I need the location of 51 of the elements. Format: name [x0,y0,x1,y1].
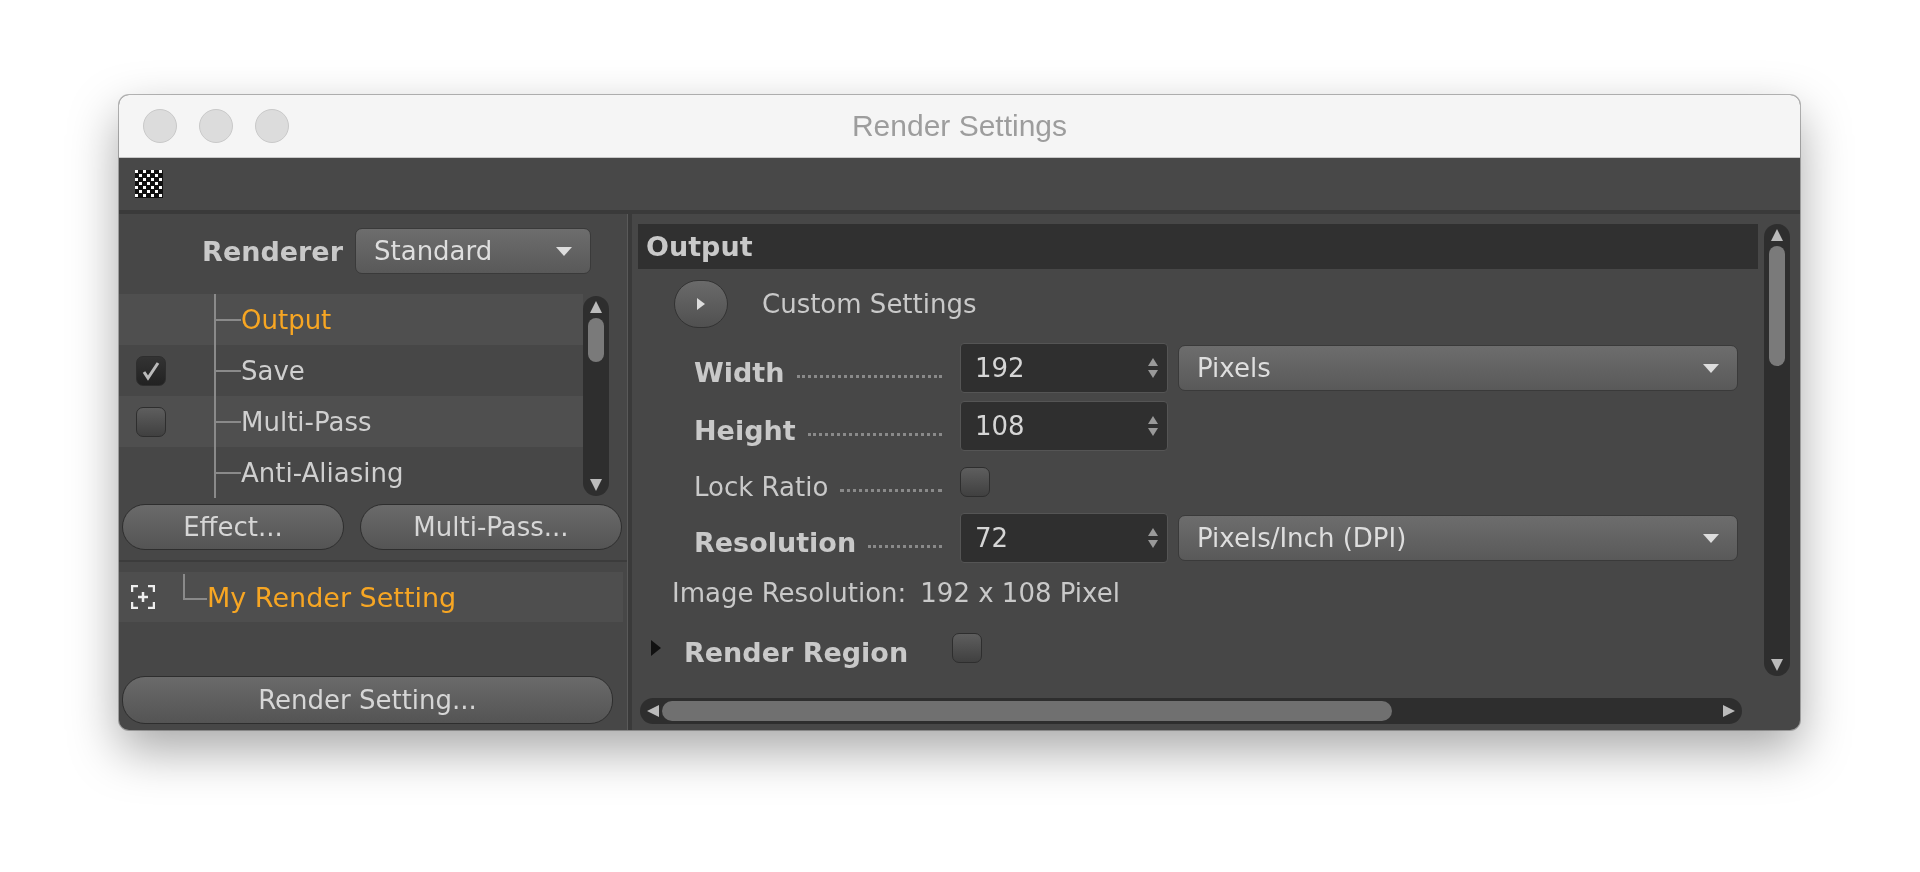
stepper-icon[interactable] [1147,415,1159,437]
caret-icon [1703,363,1719,373]
render-region-label: Render Region [684,637,909,668]
stepper-icon[interactable] [1147,527,1159,549]
checkbox[interactable] [136,355,166,386]
tree-connector-line [183,574,207,600]
number-field[interactable]: 72 [960,513,1168,563]
dialog-button[interactable]: Multi-Pass... [360,504,622,550]
renderer-dropdown[interactable]: Standard [355,228,591,274]
tree-item[interactable]: Anti-Aliasing [241,457,404,488]
down-arrow-icon[interactable] [1770,658,1784,672]
play-icon [696,298,706,310]
checkbox[interactable] [136,406,166,437]
vertical-scrollbar[interactable] [1764,224,1790,676]
left-arrow-icon[interactable] [646,704,660,718]
checkbox[interactable] [952,633,982,663]
section-title: Output [646,231,753,262]
field-label: Width [694,357,785,388]
window-title: Render Settings [850,109,1069,143]
field-label: Height [694,415,796,446]
stepper-icon[interactable] [1147,357,1159,379]
checker-grid-icon[interactable] [135,170,163,198]
tree-item[interactable]: Multi-Pass [241,406,372,437]
scrollbar-thumb[interactable] [662,701,1392,721]
vertical-scrollbar[interactable] [583,296,609,496]
tree-item[interactable]: Save [241,355,305,386]
image-resolution-value: 192 x 108 Pixel [920,578,1120,608]
unit-dropdown[interactable]: Pixels/Inch (DPI) [1178,515,1738,561]
horizontal-scrollbar[interactable] [640,698,1742,724]
dialog-button[interactable]: Effect... [122,504,344,550]
number-field[interactable]: 192 [960,343,1168,393]
scrollbar-thumb[interactable] [1769,246,1785,366]
checkbox[interactable] [960,467,990,497]
up-arrow-icon[interactable] [589,300,603,314]
caret-icon [556,246,572,256]
number-field[interactable]: 108 [960,401,1168,451]
caret-icon [1703,533,1719,543]
field-label: Lock Ratio [694,472,829,502]
right-arrow-icon[interactable] [1722,704,1736,718]
unit-dropdown[interactable]: Pixels [1178,345,1738,391]
render-setting-button[interactable]: Render Setting... [122,676,613,724]
add-icon[interactable] [131,585,155,609]
custom-settings-label: Custom Settings [762,289,977,319]
scrollbar-thumb[interactable] [588,318,604,362]
up-arrow-icon[interactable] [1770,228,1784,242]
play-button[interactable] [674,280,728,328]
field-label: Resolution [694,527,857,558]
renderer-label: Renderer [202,235,343,267]
tree-item[interactable]: Output [241,304,332,335]
image-resolution-label: Image Resolution: [672,578,907,608]
down-arrow-icon[interactable] [589,478,603,492]
